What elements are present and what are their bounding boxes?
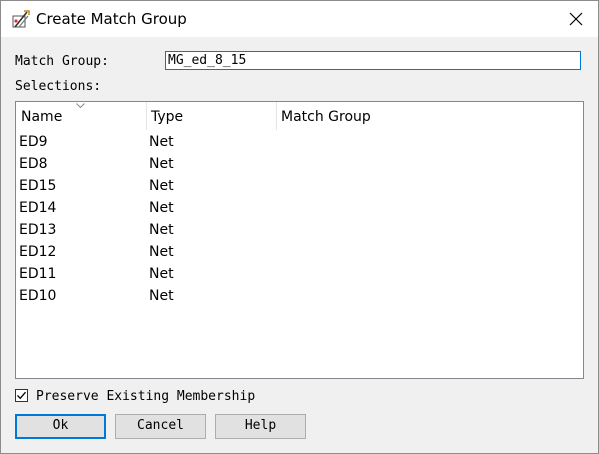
close-icon[interactable] (568, 11, 584, 27)
preserve-membership-label[interactable]: Preserve Existing Membership (36, 389, 255, 404)
ok-button[interactable]: Ok (15, 414, 106, 439)
cell-type: Net (149, 178, 174, 194)
column-header-type[interactable]: Type (146, 102, 276, 130)
cell-type: Net (149, 266, 174, 282)
table-row[interactable]: ED11 Net (16, 264, 583, 286)
table-row[interactable]: ED15 Net (16, 176, 583, 198)
cell-type: Net (149, 200, 174, 216)
dialog-title: Create Match Group (36, 10, 187, 28)
create-match-group-dialog: Create Match Group Match Group: MG_ed_8_… (0, 0, 599, 454)
match-group-label: Match Group: (15, 54, 109, 69)
cell-name: ED15 (19, 178, 57, 194)
cell-type: Net (149, 288, 174, 304)
cell-name: ED10 (19, 288, 57, 304)
preserve-membership-checkbox[interactable] (15, 389, 28, 402)
cell-type: Net (149, 156, 174, 172)
help-button[interactable]: Help (215, 414, 306, 439)
selections-label: Selections: (15, 79, 102, 94)
cell-type: Net (149, 222, 174, 238)
cell-name: ED13 (19, 222, 57, 238)
table-row[interactable]: ED9 Net (16, 132, 583, 154)
table-row[interactable]: ED12 Net (16, 242, 583, 264)
table-row[interactable]: ED10 Net (16, 286, 583, 308)
cell-name: ED12 (19, 244, 57, 260)
table-row[interactable]: ED8 Net (16, 154, 583, 176)
sort-ascending-icon (76, 103, 85, 108)
cell-type: Net (149, 134, 174, 150)
cancel-button[interactable]: Cancel (115, 414, 206, 439)
table-row[interactable]: ED13 Net (16, 220, 583, 242)
cell-name: ED11 (19, 266, 57, 282)
title-bar: Create Match Group (1, 1, 598, 37)
selections-list[interactable]: Name Type Match Group ED9 Net ED8 Net ED… (15, 101, 584, 379)
match-group-input[interactable]: MG_ed_8_15 (165, 51, 581, 70)
cell-name: ED14 (19, 200, 57, 216)
match-group-icon (12, 10, 30, 28)
cell-name: ED9 (19, 134, 48, 150)
cell-type: Net (149, 244, 174, 260)
checkmark-icon (17, 391, 26, 400)
column-header-match-group[interactable]: Match Group (276, 102, 476, 130)
table-row[interactable]: ED14 Net (16, 198, 583, 220)
list-header: Name Type Match Group (16, 102, 583, 130)
cell-name: ED8 (19, 156, 48, 172)
